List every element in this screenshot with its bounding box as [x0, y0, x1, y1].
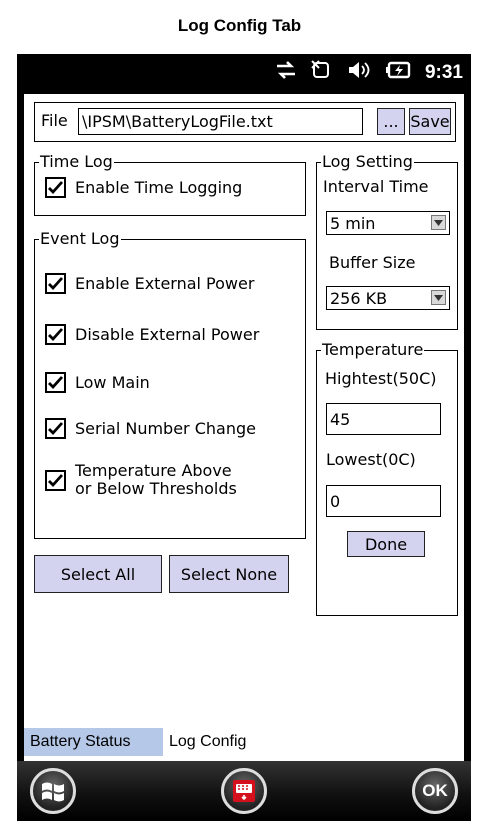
interval-time-select[interactable]: 5 min [326, 211, 450, 235]
temperature-threshold-checkbox[interactable] [45, 469, 66, 491]
disable-external-power-checkbox[interactable] [45, 324, 66, 345]
event-disable-external-power-row[interactable]: Disable External Power [45, 324, 259, 345]
enable-external-power-checkbox[interactable] [45, 273, 66, 294]
device-screen: 9:31 File \IPSM\BatteryLogFile.txt ... S… [17, 54, 471, 821]
lowest-temperature-input[interactable]: 0 [326, 485, 441, 517]
windows-start-icon [42, 782, 64, 802]
checkmark-icon [48, 376, 64, 390]
select-none-button[interactable]: Select None [169, 555, 289, 593]
log-setting-group: Log Setting Interval Time 5 min Buffer S… [316, 152, 458, 330]
done-button[interactable]: Done [347, 531, 425, 557]
checkmark-icon [48, 328, 64, 342]
checkmark-icon [48, 181, 64, 195]
chevron-down-icon[interactable] [431, 290, 446, 305]
temperature-title: Temperature [321, 340, 425, 360]
volume-icon[interactable] [347, 60, 371, 85]
time-log-group: Time Log Enable Time Logging [34, 152, 306, 216]
checkmark-icon [48, 422, 64, 436]
checkmark-icon [48, 277, 64, 291]
ok-button[interactable]: OK [412, 768, 458, 814]
temperature-threshold-label-line1: Temperature Above [75, 461, 232, 480]
low-main-label: Low Main [75, 373, 150, 392]
serial-number-change-checkbox[interactable] [45, 418, 66, 439]
event-log-group: Event Log Enable External Power Disable … [34, 229, 306, 539]
chevron-down-icon[interactable] [431, 215, 446, 230]
sync-icon[interactable] [275, 60, 297, 85]
battery-charging-icon[interactable] [385, 60, 411, 85]
temperature-threshold-label: Temperature Above or Below Thresholds [75, 462, 237, 498]
event-serial-number-change-row[interactable]: Serial Number Change [45, 418, 256, 439]
highest-temperature-input[interactable]: 45 [326, 403, 441, 435]
enable-time-logging-checkbox[interactable] [45, 177, 66, 198]
checkmark-icon [48, 473, 64, 487]
interval-time-label: Interval Time [323, 177, 429, 196]
disable-external-power-label: Disable External Power [75, 325, 260, 344]
signal-off-icon[interactable] [311, 60, 333, 85]
keyboard-button[interactable] [221, 768, 267, 814]
event-temperature-threshold-row[interactable]: Temperature Above or Below Thresholds [45, 462, 237, 498]
lowest-temperature-label: Lowest(0C) [326, 450, 416, 469]
tab-log-config[interactable]: Log Config [163, 724, 278, 760]
log-setting-title: Log Setting [321, 152, 414, 172]
tab-bar: Battery Status Log Config [24, 724, 464, 760]
low-main-checkbox[interactable] [45, 372, 66, 393]
windows-start-button[interactable] [30, 768, 76, 814]
file-group: File \IPSM\BatteryLogFile.txt ... Save [34, 102, 456, 142]
ok-label: OK [422, 781, 448, 800]
figure-caption: Log Config Tab [177, 16, 302, 35]
temperature-group: Temperature Hightest(50C) 45 Lowest(0C) … [316, 340, 458, 616]
enable-external-power-label: Enable External Power [75, 274, 255, 293]
enable-time-logging-row[interactable]: Enable Time Logging [45, 177, 242, 198]
status-bar: 9:31 [17, 54, 471, 94]
file-label: File [41, 111, 68, 130]
soft-key-bar: OK [17, 761, 471, 821]
event-log-title: Event Log [39, 229, 121, 249]
buffer-size-label: Buffer Size [329, 253, 416, 272]
buffer-size-select[interactable]: 256 KB [326, 286, 450, 310]
tab-battery-status[interactable]: Battery Status [24, 728, 163, 756]
save-button[interactable]: Save [409, 108, 451, 135]
keyboard-icon [233, 780, 255, 802]
event-enable-external-power-row[interactable]: Enable External Power [45, 273, 254, 294]
select-all-button[interactable]: Select All [34, 555, 162, 593]
event-low-main-row[interactable]: Low Main [45, 372, 150, 393]
buffer-size-value: 256 KB [330, 288, 388, 308]
highest-temperature-label: Hightest(50C) [325, 369, 437, 388]
serial-number-change-label: Serial Number Change [75, 419, 256, 438]
clock[interactable]: 9:31 [425, 62, 463, 84]
browse-button[interactable]: ... [377, 108, 405, 135]
file-path-field[interactable]: \IPSM\BatteryLogFile.txt [78, 108, 363, 135]
time-log-title: Time Log [39, 152, 114, 172]
app-content: File \IPSM\BatteryLogFile.txt ... Save T… [24, 94, 464, 786]
temperature-threshold-label-line2: or Below Thresholds [75, 479, 237, 498]
enable-time-logging-label: Enable Time Logging [75, 178, 243, 197]
interval-time-value: 5 min [330, 213, 376, 233]
